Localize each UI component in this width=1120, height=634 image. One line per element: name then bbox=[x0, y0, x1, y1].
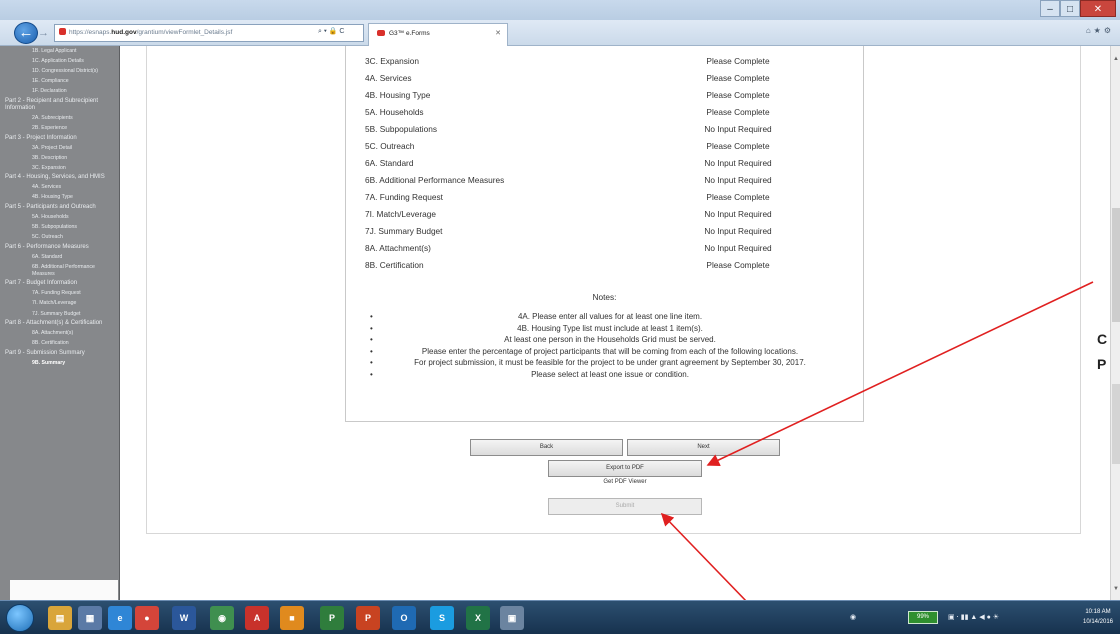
taskbar-app-app6-icon[interactable]: ◉ bbox=[210, 606, 234, 630]
arrow-to-export-pdf bbox=[706, 281, 1094, 466]
taskbar-app-app8-icon[interactable]: ■ bbox=[280, 606, 304, 630]
taskbar-app-skype-icon[interactable]: S bbox=[430, 606, 454, 630]
taskbar-app-notes-icon[interactable]: ▣ bbox=[500, 606, 524, 630]
taskbar-app-calculator-icon[interactable]: ▦ bbox=[78, 606, 102, 630]
taskbar-app-powerpoint-icon[interactable]: P bbox=[356, 606, 380, 630]
scroll-up-icon[interactable]: ▲ bbox=[1111, 56, 1120, 66]
clock-date: 10/14/2016 bbox=[1082, 619, 1114, 625]
scroll-track-marker bbox=[1112, 384, 1120, 464]
taskbar-app-chrome-icon[interactable]: ● bbox=[135, 606, 159, 630]
taskbar-app-word-icon[interactable]: W bbox=[172, 606, 196, 630]
taskbar-app-explorer-icon[interactable]: ▤ bbox=[48, 606, 72, 630]
windows-taskbar: ▤ ▦ e ● W ◉ A ■ P P O S X ▣ ◉ 99% ▣ ⋅ ▮▮ ▲ ◀ ● ☀ 10:1… bbox=[0, 600, 1120, 634]
page-scrollbar[interactable]: ▲ ▼ bbox=[1110, 46, 1120, 600]
system-tray-icons[interactable]: ◉ bbox=[850, 606, 856, 630]
start-button[interactable] bbox=[6, 604, 34, 632]
taskbar-app-internet-explorer-icon[interactable]: e bbox=[108, 606, 132, 630]
taskbar-clock[interactable]: 10:18 AM 10/14/2016 bbox=[1078, 607, 1118, 627]
tray-icons-group[interactable]: ▣ ⋅ ▮▮ ▲ ◀ ● ☀ bbox=[948, 606, 999, 630]
taskbar-app-project-icon[interactable]: P bbox=[320, 606, 344, 630]
taskbar-app-outlook-icon[interactable]: O bbox=[392, 606, 416, 630]
taskbar-app-acrobat-icon[interactable]: A bbox=[245, 606, 269, 630]
clock-time: 10:18 AM bbox=[1085, 609, 1111, 615]
scroll-thumb[interactable] bbox=[1112, 208, 1120, 322]
battery-indicator[interactable]: 99% bbox=[908, 611, 938, 624]
callout-text-line2: P bbox=[1097, 356, 1107, 372]
callout-text-line1: C bbox=[1097, 331, 1108, 347]
annotation-arrows bbox=[660, 281, 1094, 634]
taskbar-app-excel-icon[interactable]: X bbox=[466, 606, 490, 630]
scroll-down-icon[interactable]: ▼ bbox=[1111, 586, 1120, 596]
